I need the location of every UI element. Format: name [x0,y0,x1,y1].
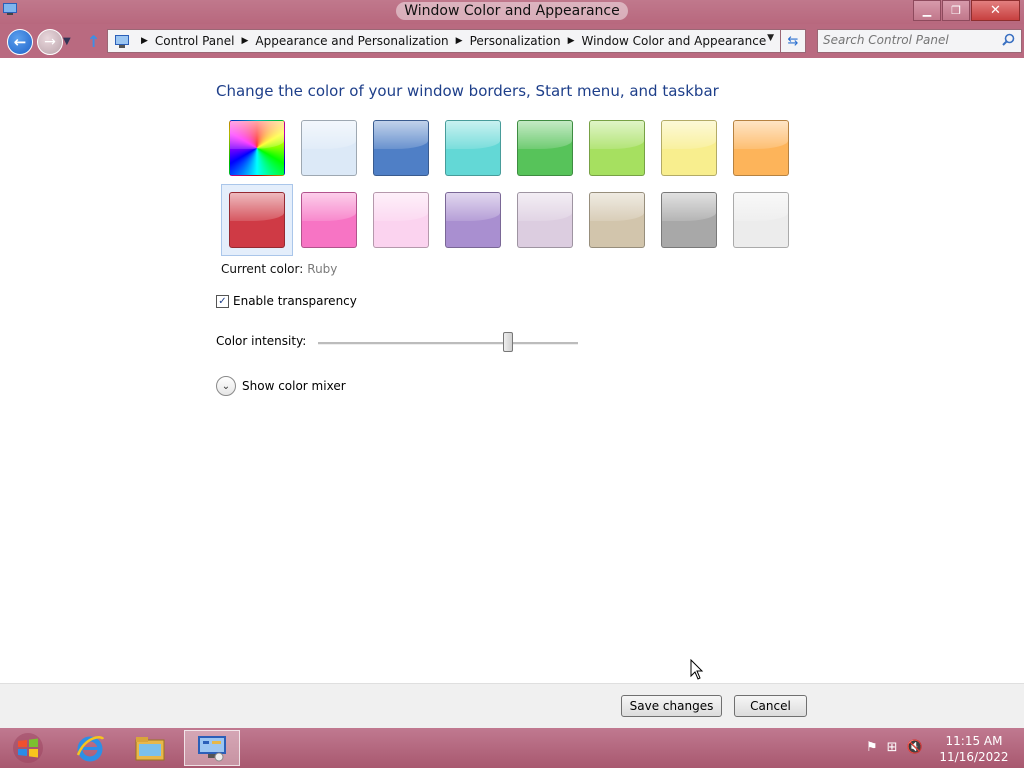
back-arrow-icon: ← [13,33,27,51]
close-icon: ✕ [990,3,1001,18]
main-content: Change the color of your window borders,… [0,58,1024,683]
color-swatch-sun[interactable] [661,120,717,176]
mouse-pointer-icon [690,659,704,680]
control-panel-icon [198,736,226,762]
search-icon[interactable] [1002,33,1015,46]
current-color-label: Current color: [221,262,304,276]
close-button[interactable]: ✕ [971,0,1020,21]
transparency-option[interactable]: ✓ Enable transparency [216,294,357,308]
color-swatch-fuchsia[interactable] [301,192,357,248]
search-box [817,29,1022,53]
clock-date: 11/16/2022 [939,750,1009,764]
clock[interactable]: 11:15 AM 11/16/2022 [934,733,1014,765]
network-icon[interactable]: ⊞ [887,740,898,755]
color-intensity-slider[interactable] [318,342,578,345]
windows-logo-icon [13,733,43,763]
color-swatch-taupe[interactable] [589,192,645,248]
breadcrumb-separator-icon[interactable]: ▶ [568,36,575,46]
color-swatch-sea[interactable] [445,120,501,176]
start-button[interactable] [8,732,48,764]
breadcrumb-personalization[interactable]: Personalization [470,34,561,48]
color-swatch-ruby[interactable] [229,192,285,248]
color-swatch-pumpkin[interactable] [733,120,789,176]
color-swatch-chocolate[interactable] [661,192,717,248]
color-intensity-label: Color intensity: [216,334,307,348]
control-panel-window: Window Color and Appearance ▁ ❐ ✕ ← → ▼ … [0,0,1024,729]
color-swatch-lime[interactable] [589,120,645,176]
color-swatch-rainbow[interactable] [229,120,285,176]
breadcrumb-control-panel[interactable]: Control Panel [155,34,235,48]
color-mixer-toggle[interactable]: ⌄ Show color mixer [216,376,346,396]
show-color-mixer-label[interactable]: Show color mixer [242,379,346,393]
refresh-button[interactable]: ⇆ [780,29,806,53]
maximize-button[interactable]: ❐ [942,0,970,21]
forward-arrow-icon: → [44,34,56,50]
file-explorer-icon [135,737,165,761]
address-breadcrumb[interactable]: ▶ Control Panel ▶ Appearance and Persona… [107,29,781,53]
system-tray: ⚑ ⊞ 🔇 [866,740,932,755]
up-arrow-icon[interactable]: ↑ [87,32,100,51]
window-controls: ▁ ❐ ✕ [912,0,1020,21]
title-bar[interactable]: Window Color and Appearance ▁ ❐ ✕ [0,0,1024,24]
checkmark-icon: ✓ [218,295,227,307]
breadcrumb-appearance-personalization[interactable]: Appearance and Personalization [255,34,448,48]
taskbar: ⚑ ⊞ 🔇 11:15 AM 11/16/2022 [0,728,1024,768]
search-input[interactable] [823,32,993,48]
control-panel-icon [115,34,129,48]
color-swatch-lavender[interactable] [517,192,573,248]
address-dropdown-icon[interactable]: ▼ [767,33,774,43]
enable-transparency-checkbox[interactable]: ✓ [216,294,229,308]
minimize-icon: ▁ [922,4,932,17]
taskbar-internet-explorer[interactable] [62,730,118,766]
breadcrumb-window-color[interactable]: Window Color and Appearance [582,34,767,48]
breadcrumb-separator-icon[interactable]: ▶ [242,36,249,46]
color-swatch-violet[interactable] [445,192,501,248]
window-title: Window Color and Appearance [0,0,1024,24]
save-changes-button[interactable]: Save changes [621,695,722,717]
color-swatch-blush[interactable] [373,192,429,248]
volume-muted-icon[interactable]: 🔇 [907,740,923,755]
color-swatch-leaf[interactable] [517,120,573,176]
page-heading: Change the color of your window borders,… [216,82,719,100]
color-swatch-slate[interactable] [733,192,789,248]
minimize-button[interactable]: ▁ [913,0,941,21]
cancel-button[interactable]: Cancel [734,695,807,717]
restore-icon: ❐ [951,4,961,17]
recent-pages-dropdown-icon[interactable]: ▼ [63,36,71,47]
current-color: Current color: Ruby [221,262,337,276]
color-intensity-slider-thumb[interactable] [502,332,513,352]
forward-button[interactable]: → [37,29,63,55]
color-swatch-twilight[interactable] [373,120,429,176]
refresh-icon: ⇆ [787,33,799,49]
breadcrumb-separator-icon[interactable]: ▶ [456,36,463,46]
back-button[interactable]: ← [7,29,33,55]
chevron-down-icon: ⌄ [221,380,231,392]
expand-button[interactable]: ⌄ [216,376,236,396]
color-swatch-sky[interactable] [301,120,357,176]
flag-icon[interactable]: ⚑ [866,740,878,755]
enable-transparency-label[interactable]: Enable transparency [233,294,357,308]
action-footer: Save changes Cancel [0,683,1024,729]
clock-time: 11:15 AM [945,734,1003,748]
current-color-value: Ruby [307,262,338,276]
taskbar-control-panel[interactable] [184,730,240,766]
taskbar-file-explorer[interactable] [122,730,178,766]
breadcrumb-separator-icon[interactable]: ▶ [141,36,148,46]
internet-explorer-icon [76,736,105,762]
navigation-bar: ← → ▼ ↑ ▶ Control Panel ▶ Appearance and… [0,24,1024,58]
